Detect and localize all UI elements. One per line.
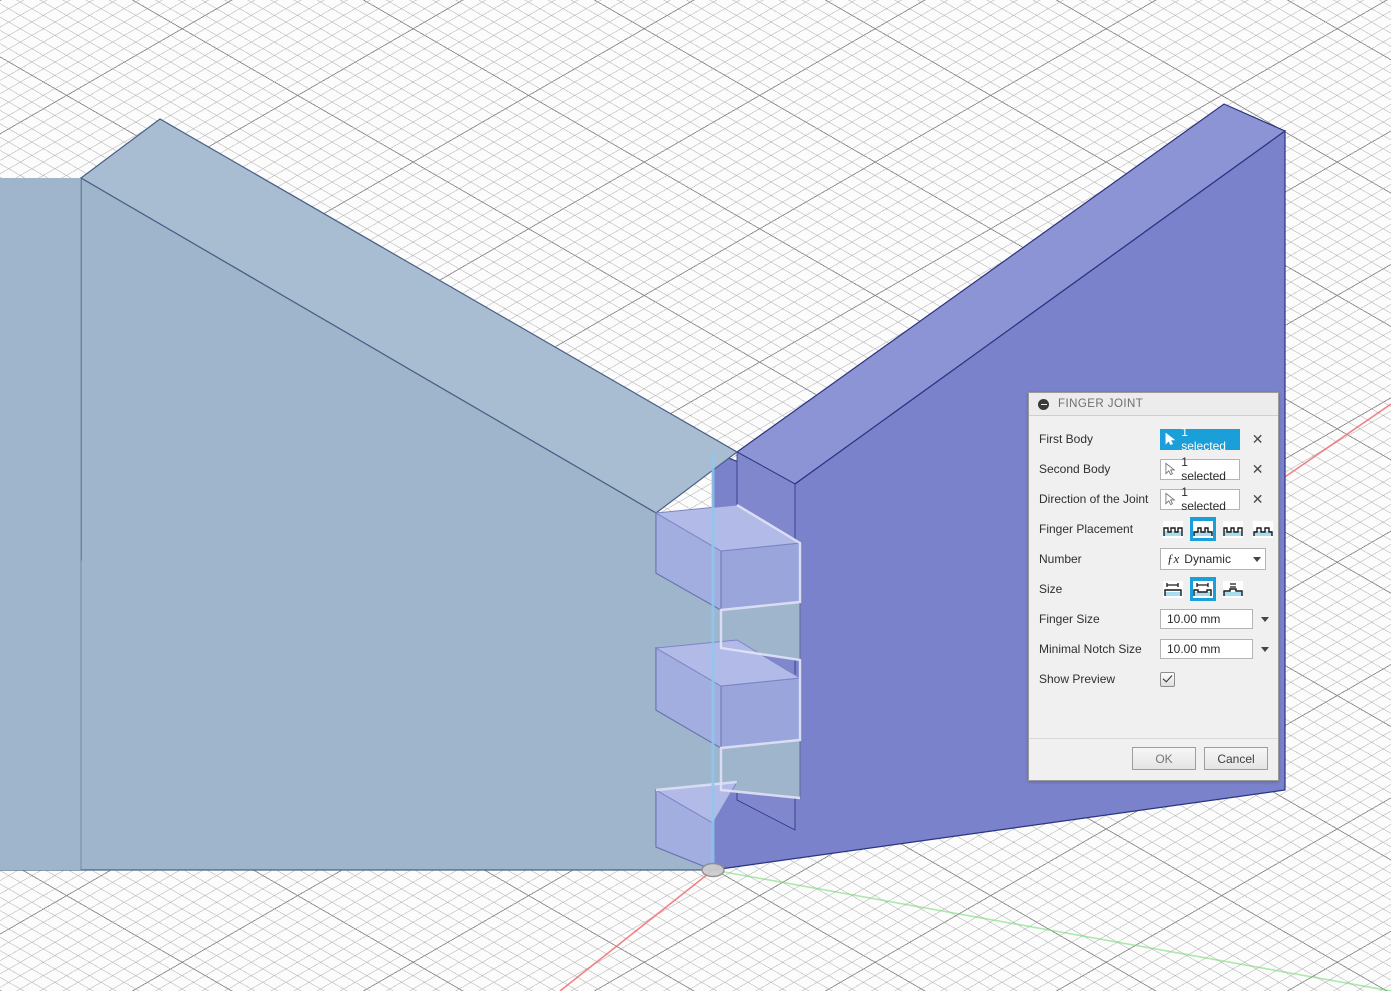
minimal-notch-size-value: 10.00 mm: [1167, 642, 1220, 656]
placement-offset-icon[interactable]: [1220, 517, 1246, 541]
number-label: Number: [1039, 553, 1160, 565]
second-body-label: Second Body: [1039, 463, 1160, 475]
direction-label: Direction of the Joint: [1039, 493, 1160, 505]
first-body-light-board[interactable]: [0, 119, 737, 870]
direction-value: 1 selected: [1181, 485, 1232, 513]
fx-icon: ƒx: [1167, 551, 1179, 567]
second-body-clear-icon[interactable]: ✕: [1247, 462, 1268, 476]
cursor-arrow-icon: [1165, 432, 1176, 446]
finger-joint-dialog[interactable]: FINGER JOINT First Body 1 selected ✕: [1028, 392, 1279, 781]
circle-minus-icon[interactable]: [1038, 399, 1049, 410]
show-preview-checkbox[interactable]: [1160, 672, 1175, 687]
first-body-select-button[interactable]: 1 selected: [1160, 429, 1240, 450]
first-body-value: 1 selected: [1181, 425, 1232, 453]
dialog-title-text: FINGER JOINT: [1058, 398, 1143, 410]
ok-button[interactable]: OK: [1132, 747, 1196, 770]
cancel-button[interactable]: Cancel: [1204, 747, 1268, 770]
row-size: Size: [1029, 574, 1278, 604]
show-preview-label: Show Preview: [1039, 673, 1160, 685]
dialog-footer: OK Cancel: [1029, 738, 1278, 780]
cursor-arrow-icon: [1165, 492, 1176, 506]
row-show-preview: Show Preview: [1029, 664, 1278, 694]
chevron-down-icon[interactable]: [1253, 557, 1261, 562]
first-body-clear-icon[interactable]: ✕: [1247, 432, 1268, 446]
direction-clear-icon[interactable]: ✕: [1247, 492, 1268, 506]
row-second-body: Second Body 1 selected ✕: [1029, 454, 1278, 484]
row-finger-size: Finger Size 10.00 mm: [1029, 604, 1278, 634]
y-axis-line: [713, 870, 1391, 991]
second-body-value: 1 selected: [1181, 455, 1232, 483]
size-notch-icon[interactable]: [1220, 577, 1246, 601]
placement-centered-icon[interactable]: [1190, 517, 1216, 541]
number-dropdown[interactable]: ƒx Dynamic: [1160, 548, 1266, 570]
second-body-select-button[interactable]: 1 selected: [1160, 459, 1240, 480]
row-minimal-notch-size: Minimal Notch Size 10.00 mm: [1029, 634, 1278, 664]
placement-distributed-icon[interactable]: [1250, 517, 1276, 541]
finger-placement-label: Finger Placement: [1039, 523, 1160, 535]
finger-size-value: 10.00 mm: [1167, 612, 1220, 626]
row-direction-of-joint: Direction of the Joint 1 selected ✕: [1029, 484, 1278, 514]
dialog-title-bar[interactable]: FINGER JOINT: [1029, 393, 1278, 416]
finger-size-input[interactable]: 10.00 mm: [1160, 609, 1253, 629]
finger-size-chevron-down-icon[interactable]: [1261, 617, 1269, 622]
minimal-notch-size-chevron-down-icon[interactable]: [1261, 647, 1269, 652]
row-finger-placement: Finger Placement: [1029, 514, 1278, 544]
cursor-arrow-icon: [1165, 462, 1176, 476]
first-body-label: First Body: [1039, 433, 1160, 445]
direction-select-button[interactable]: 1 selected: [1160, 489, 1240, 510]
row-number: Number ƒx Dynamic: [1029, 544, 1278, 574]
finger-size-label: Finger Size: [1039, 613, 1160, 625]
row-first-body: First Body 1 selected ✕: [1029, 424, 1278, 454]
x-axis-line-neg: [560, 870, 713, 991]
size-label: Size: [1039, 583, 1160, 595]
size-finger-icon[interactable]: [1190, 577, 1216, 601]
minimal-notch-size-label: Minimal Notch Size: [1039, 643, 1160, 655]
origin-marker[interactable]: [702, 864, 724, 877]
number-value: Dynamic: [1184, 552, 1253, 566]
cad-application-window: FINGER JOINT First Body 1 selected ✕: [0, 0, 1391, 991]
size-equal-icon[interactable]: [1160, 577, 1186, 601]
dialog-body: First Body 1 selected ✕ Second Body: [1029, 416, 1278, 738]
placement-constant-icon[interactable]: [1160, 517, 1186, 541]
minimal-notch-size-input[interactable]: 10.00 mm: [1160, 639, 1253, 659]
